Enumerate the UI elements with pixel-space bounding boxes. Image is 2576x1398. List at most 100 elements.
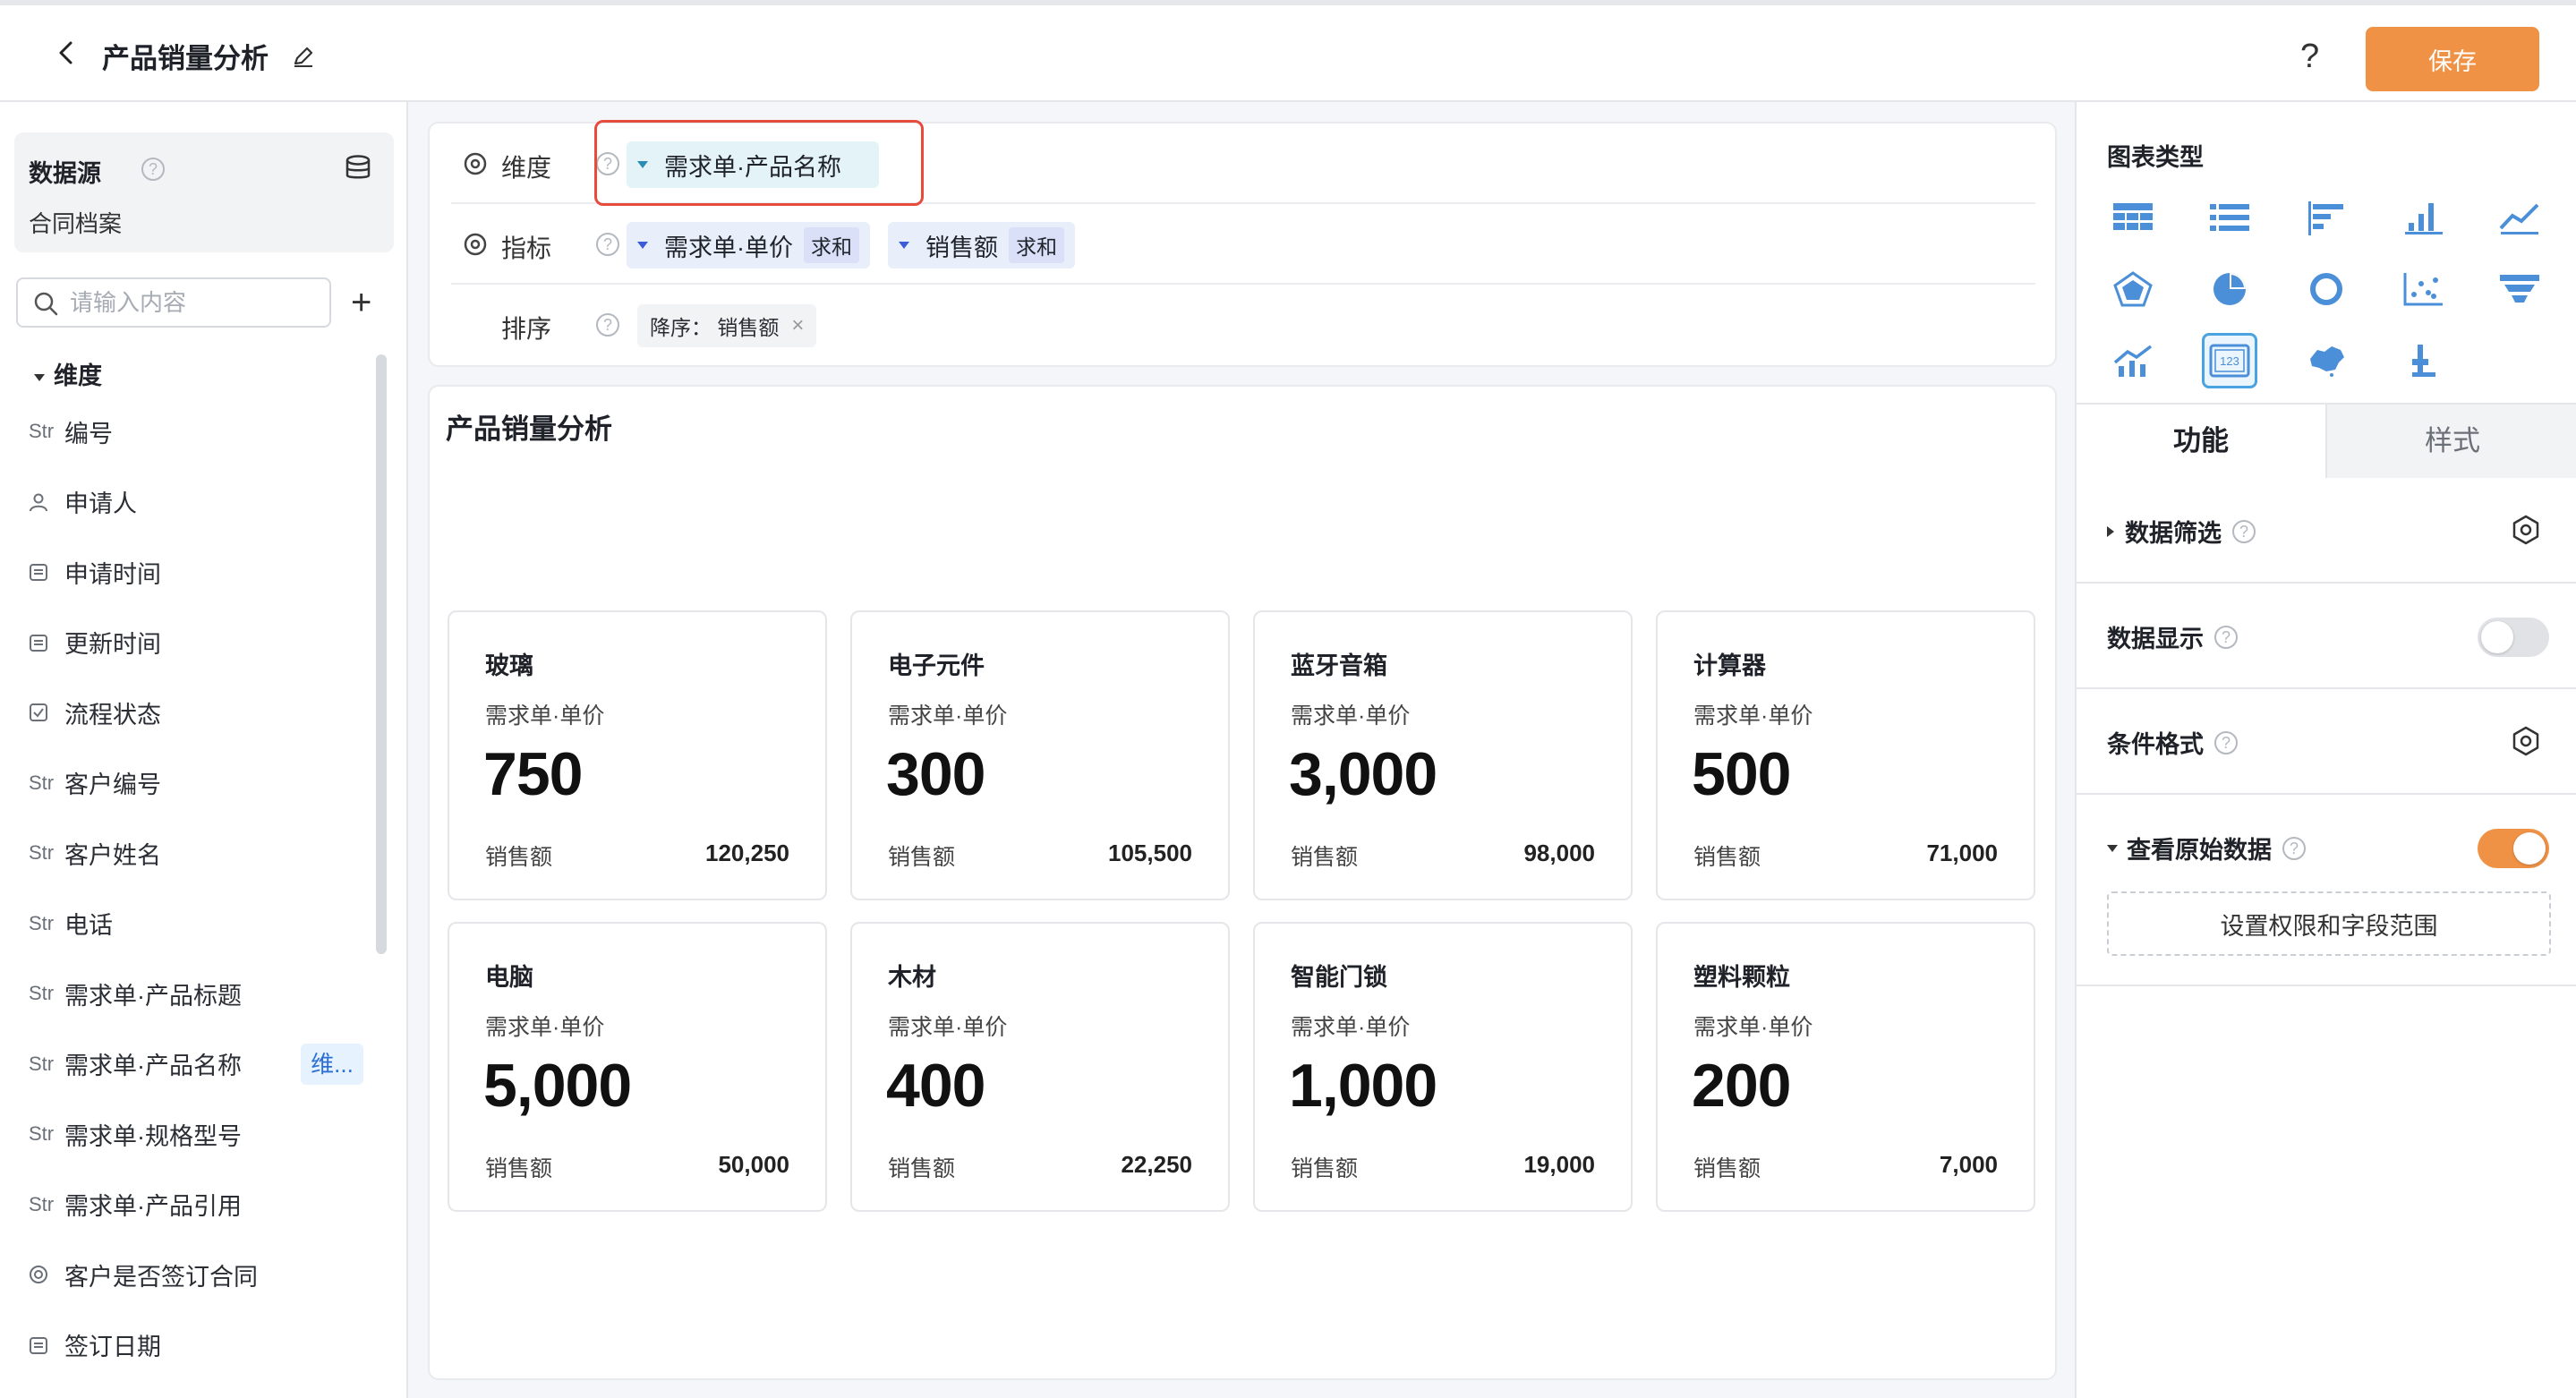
kpi-card[interactable]: 塑料颗粒 需求单·单价 200 销售额 7,000 bbox=[1656, 922, 2035, 1212]
field-label: 客户是否签订合同 bbox=[64, 1263, 258, 1291]
kpi-card[interactable]: 计算器 需求单·单价 500 销售额 71,000 bbox=[1656, 610, 2035, 900]
tab-style[interactable]: 样式 bbox=[2327, 405, 2576, 478]
kpi-category-label: 蓝牙音箱 bbox=[1291, 652, 1387, 679]
set-permission-button[interactable]: 设置权限和字段范围 bbox=[2107, 891, 2551, 956]
scrollbar[interactable] bbox=[376, 354, 387, 954]
tab-function[interactable]: 功能 bbox=[2077, 405, 2327, 478]
kpi-value: 500 bbox=[1692, 740, 1791, 808]
field-search-input[interactable] bbox=[16, 277, 331, 328]
help-icon[interactable]: ? bbox=[596, 233, 619, 256]
save-button[interactable]: 保存 bbox=[2366, 27, 2539, 91]
field-item[interactable]: Str 需求单·产品名称 bbox=[29, 1046, 242, 1082]
help-icon[interactable]: ? bbox=[2232, 519, 2256, 543]
field-usage-badge: 维... bbox=[301, 1043, 363, 1085]
help-icon[interactable]: ? bbox=[2300, 38, 2319, 76]
settings-icon[interactable] bbox=[2510, 725, 2542, 757]
data-filter-row[interactable]: 数据筛选? bbox=[2077, 478, 2576, 584]
field-item[interactable]: Str 需求单·产品引用 bbox=[29, 1187, 242, 1223]
sort-pill[interactable]: 降序： 销售额 × bbox=[637, 304, 817, 347]
radar-icon[interactable] bbox=[2105, 261, 2161, 317]
metric-pill-label: 销售额 bbox=[925, 234, 998, 261]
kpi-footer-value: 7,000 bbox=[1939, 1151, 1998, 1178]
kpi-category-label: 计算器 bbox=[1693, 652, 1766, 679]
donut-icon[interactable] bbox=[2299, 261, 2354, 317]
field-label: 申请时间 bbox=[64, 560, 161, 588]
combo-icon[interactable] bbox=[2105, 333, 2161, 388]
datasource-title: 数据源 bbox=[29, 160, 101, 187]
help-icon[interactable]: ? bbox=[2214, 730, 2238, 754]
metric-pill-label: 需求单·单价 bbox=[664, 234, 793, 261]
metric-pill-unit-price[interactable]: 需求单·单价 求和 bbox=[627, 222, 870, 269]
close-icon[interactable]: × bbox=[791, 313, 804, 338]
kpi-footer-value: 120,250 bbox=[705, 840, 789, 866]
field-item[interactable]: 流程状态 bbox=[29, 695, 161, 730]
kpi-card[interactable]: 电子元件 需求单·单价 300 销售额 105,500 bbox=[850, 610, 1230, 900]
kpi-card[interactable]: 蓝牙音箱 需求单·单价 3,000 销售额 98,000 bbox=[1253, 610, 1633, 900]
kpi-card-icon[interactable]: 123 bbox=[2202, 333, 2257, 388]
chart-canvas: 产品销量分析 玻璃 需求单·单价 750 销售额 120,250 电子元件 需求单·单价 30… bbox=[428, 385, 2057, 1380]
map-icon[interactable] bbox=[2299, 333, 2354, 388]
funnel-icon[interactable] bbox=[2492, 261, 2547, 317]
sort-row: 排序 ? 降序： 销售额 × bbox=[451, 285, 2035, 365]
field-item[interactable]: 更新时间 bbox=[29, 625, 161, 661]
settings-icon[interactable] bbox=[462, 150, 489, 177]
field-item[interactable]: 客户是否签订合同 bbox=[29, 1257, 258, 1292]
field-item[interactable]: Str 需求单·产品标题 bbox=[29, 976, 242, 1011]
bar-icon[interactable] bbox=[2395, 190, 2451, 245]
string-type-icon: Str bbox=[29, 420, 55, 442]
kpi-card[interactable]: 木材 需求单·单价 400 销售额 22,250 bbox=[850, 922, 1230, 1212]
kpi-card[interactable]: 玻璃 需求单·单价 750 销售额 120,250 bbox=[448, 610, 827, 900]
kpi-footer-label: 销售额 bbox=[888, 845, 956, 870]
gantt-icon[interactable] bbox=[2395, 333, 2451, 388]
field-item[interactable]: Str 客户编号 bbox=[29, 765, 161, 801]
kpi-category-label: 电子元件 bbox=[888, 652, 985, 679]
view-raw-data-toggle[interactable] bbox=[2478, 829, 2549, 868]
kpi-value: 5,000 bbox=[483, 1052, 632, 1120]
database-icon[interactable] bbox=[342, 152, 374, 184]
line-icon[interactable] bbox=[2492, 190, 2547, 245]
bar-horizontal-icon[interactable] bbox=[2299, 190, 2354, 245]
caret-down-icon bbox=[2107, 844, 2118, 852]
data-display-toggle[interactable] bbox=[2478, 618, 2549, 657]
settings-icon[interactable] bbox=[2510, 514, 2542, 546]
dimension-group-toggle[interactable]: 维度 bbox=[34, 356, 102, 391]
string-type-icon: Str bbox=[29, 911, 55, 934]
kpi-card[interactable]: 电脑 需求单·单价 5,000 销售额 50,000 bbox=[448, 922, 827, 1212]
kpi-value: 1,000 bbox=[1289, 1052, 1437, 1120]
kpi-footer-label: 销售额 bbox=[1291, 1156, 1359, 1181]
field-item[interactable]: Str 编号 bbox=[29, 413, 113, 449]
field-item[interactable]: 签订日期 bbox=[29, 1327, 161, 1363]
datasource-name: 合同档案 bbox=[29, 210, 123, 237]
table-icon[interactable] bbox=[2105, 190, 2161, 245]
pie-icon[interactable] bbox=[2202, 261, 2257, 317]
field-label: 更新时间 bbox=[64, 631, 161, 658]
edit-pencil-icon[interactable] bbox=[292, 45, 315, 68]
help-icon[interactable]: ? bbox=[2282, 836, 2306, 860]
add-field-button[interactable]: + bbox=[351, 277, 371, 328]
back-arrow-icon[interactable] bbox=[54, 39, 81, 66]
kpi-footer-label: 销售额 bbox=[485, 1156, 553, 1181]
list-icon[interactable] bbox=[2202, 190, 2257, 245]
settings-panel: 图表类型 123 功能 样式 数据筛选? 数据显示? 条件格式? 查看原始数据?… bbox=[2075, 102, 2576, 1398]
scatter-icon[interactable] bbox=[2395, 261, 2451, 317]
highlight-annotation bbox=[594, 120, 924, 206]
field-item[interactable]: 申请人 bbox=[29, 484, 137, 520]
field-item[interactable]: 申请时间 bbox=[29, 554, 161, 590]
view-raw-data-label[interactable]: 查看原始数据? bbox=[2107, 831, 2306, 865]
chart-type-title: 图表类型 bbox=[2107, 144, 2204, 171]
kpi-footer-label: 销售额 bbox=[1291, 845, 1359, 870]
metric-pill-sales[interactable]: 销售额 求和 bbox=[888, 222, 1075, 269]
kpi-card[interactable]: 智能门锁 需求单·单价 1,000 销售额 19,000 bbox=[1253, 922, 1633, 1212]
help-icon[interactable]: ? bbox=[2214, 625, 2238, 649]
help-icon[interactable]: ? bbox=[141, 158, 165, 181]
help-icon[interactable]: ? bbox=[596, 313, 619, 337]
field-item[interactable]: Str 需求单·规格型号 bbox=[29, 1116, 242, 1152]
kpi-value: 3,000 bbox=[1289, 740, 1437, 808]
settings-icon[interactable] bbox=[462, 231, 489, 258]
kpi-value: 200 bbox=[1692, 1052, 1791, 1120]
field-item[interactable]: Str 客户姓名 bbox=[29, 835, 161, 871]
kpi-category-label: 智能门锁 bbox=[1291, 964, 1387, 991]
field-item[interactable]: Str 电话 bbox=[29, 906, 113, 942]
datasource-card: 数据源 ? 合同档案 bbox=[14, 132, 394, 252]
kpi-metric-label: 需求单·单价 bbox=[485, 703, 605, 729]
